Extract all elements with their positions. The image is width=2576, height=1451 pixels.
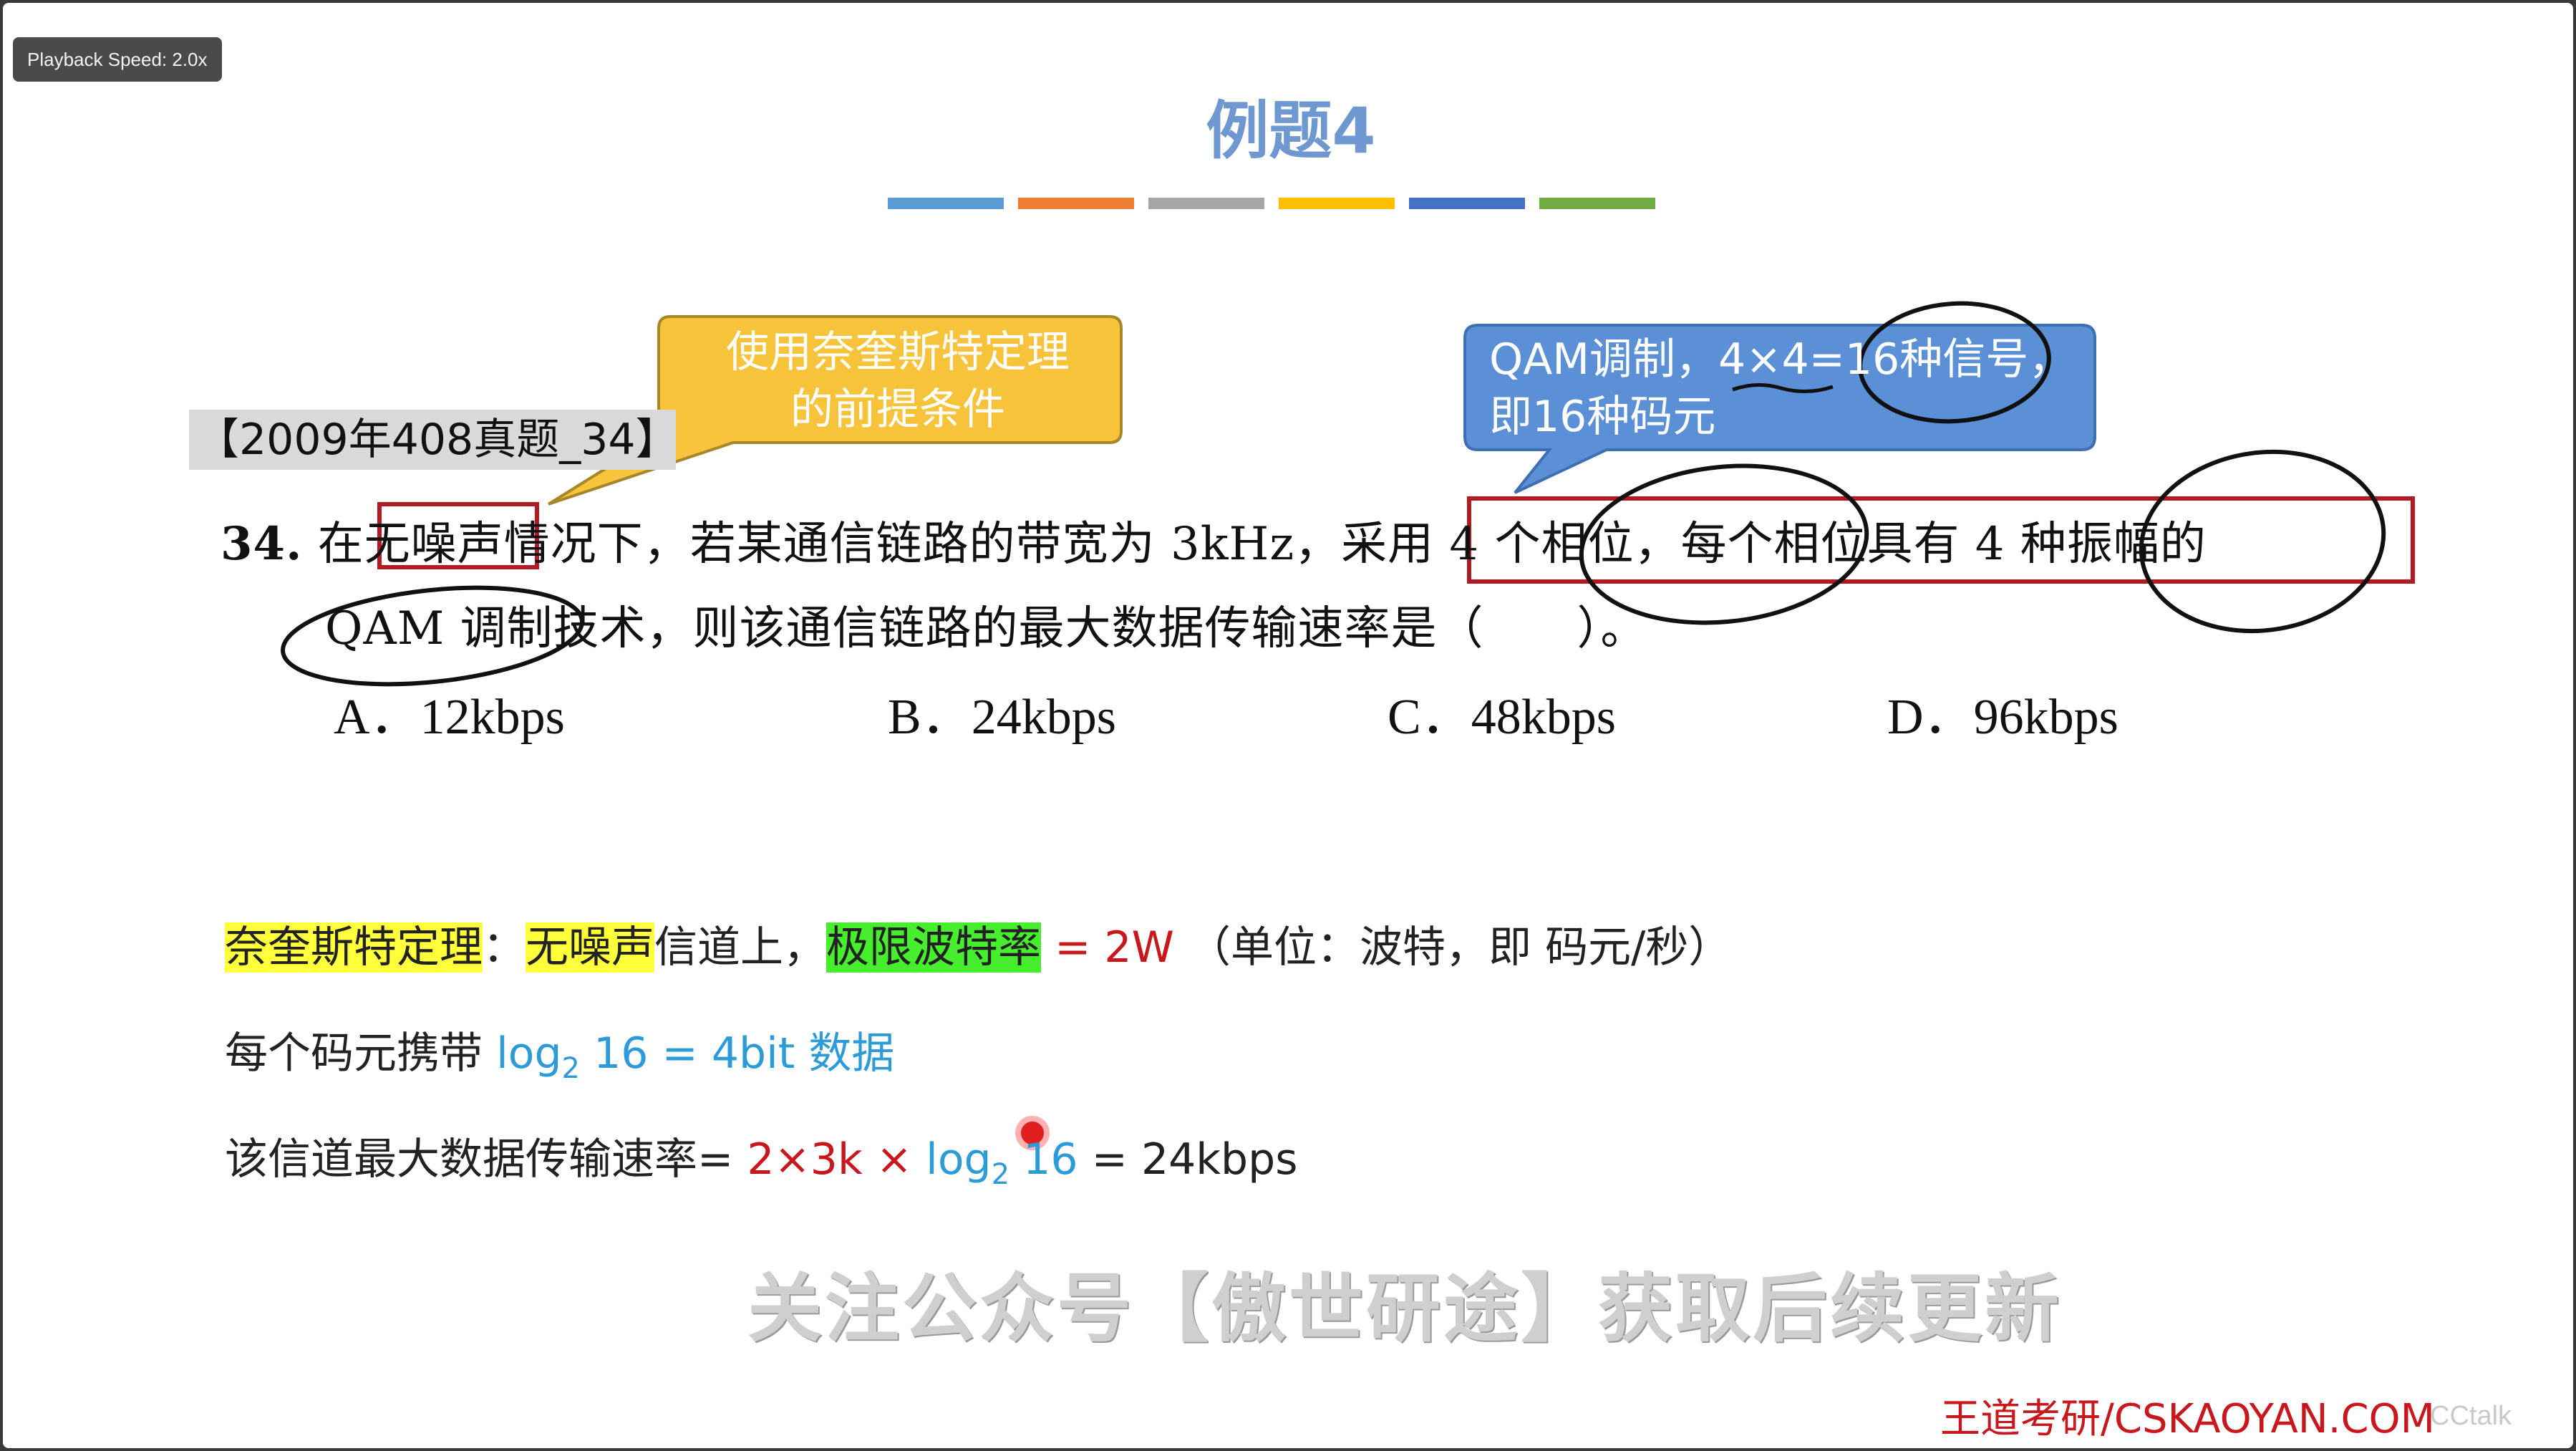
question-line1-end: 的 <box>2159 518 2207 571</box>
blue-callout-text: QAM调制，4×4=16种信号， 即16种码元 <box>1489 331 2071 445</box>
note-theorem: 奈奎斯特定理 <box>225 922 483 973</box>
brand-footer: 王道考研/CSKAOYAN.COM <box>1940 1396 2435 1442</box>
yellow-callout-line2: 的前提条件 <box>790 385 1005 435</box>
option-d-value: 96kbps <box>1973 690 2119 745</box>
question-condition: 无噪声 <box>364 518 504 571</box>
blue-callout-line2: 即16种码元 <box>1489 392 1716 442</box>
cctalk-logo: CCtalk <box>2430 1401 2512 1431</box>
yellow-callout-text: 使用奈奎斯特定理 的前提条件 <box>697 324 1098 438</box>
option-a: A．12kbps <box>334 676 565 748</box>
note3-eq: = <box>697 1134 734 1185</box>
playback-speed-badge: Playback Speed: 2.0x <box>13 37 222 82</box>
note3-prefix: 该信道最大数据传输速率 <box>225 1134 697 1185</box>
source-tag: 【2009年408真题_34】 <box>189 410 679 470</box>
question-mid: 情况下，若某通信链路的带宽为 3kHz， <box>503 518 1342 571</box>
note2-log: log <box>496 1028 562 1079</box>
option-a-value: 12kbps <box>420 690 565 745</box>
question-line-2: QAM 调制技术，则该通信链路的最大数据传输速率是（ ）。 <box>325 602 1647 655</box>
question-number: 34. <box>221 517 303 571</box>
note2-rest: 16 = 4bit 数据 <box>594 1028 895 1079</box>
question-boxed-text: 采用 4 个相位，每个相位具有 4 种振幅 <box>1341 518 2160 571</box>
note-unit: （单位：波特，即 码元/秒） <box>1188 922 1732 973</box>
note3-base: 2 <box>991 1158 1010 1191</box>
option-a-letter: A． <box>334 690 420 745</box>
option-c-letter: C． <box>1388 690 1471 745</box>
note3-log: log <box>926 1134 992 1185</box>
note-bits-per-symbol: 每个码元携带 log2 16 = 4bit 数据 <box>225 1018 894 1085</box>
option-d: D．96kbps <box>1887 676 2119 748</box>
note2-base: 2 <box>561 1052 580 1085</box>
note3-blue: 16 <box>1023 1134 1078 1185</box>
note-formula: = 2W <box>1055 922 1174 973</box>
note3-red: 2×3k × <box>747 1134 913 1185</box>
option-c-value: 48kbps <box>1471 690 1616 745</box>
note-max-rate: 该信道最大数据传输速率= 2×3k × log2 16 = 24kbps <box>225 1124 1297 1191</box>
note-channel: 信道上， <box>654 922 826 973</box>
slide-canvas: Playback Speed: 2.0x 例题4 使用奈奎斯特定理 的前提条件 … <box>3 3 2573 1448</box>
option-b: B．24kbps <box>888 676 1116 748</box>
question-pre: 在 <box>317 518 364 571</box>
option-b-letter: B． <box>888 690 972 745</box>
question-line-1: 34. 在无噪声情况下，若某通信链路的带宽为 3kHz，采用 4 个相位，每个相… <box>221 507 2207 573</box>
note2-prefix: 每个码元携带 <box>225 1028 483 1079</box>
note-colon: ： <box>483 922 526 973</box>
note-nyquist: 奈奎斯特定理：无噪声信道上，极限波特率 = 2W （单位：波特，即 码元/秒） <box>225 912 1731 975</box>
subtitle-watermark: 关注公众号【傲世研途】获取后续更新 <box>747 1265 2063 1352</box>
option-c: C．48kbps <box>1388 676 1616 748</box>
option-d-letter: D． <box>1887 690 1974 745</box>
note-limit: 极限波特率 <box>826 922 1041 973</box>
option-b-value: 24kbps <box>971 690 1116 745</box>
note-condition: 无噪声 <box>526 922 654 973</box>
yellow-callout-line1: 使用奈奎斯特定理 <box>726 327 1070 377</box>
blue-callout-line1: QAM调制，4×4=16种信号， <box>1489 334 2072 385</box>
note3-result: = 24kbps <box>1091 1134 1298 1185</box>
